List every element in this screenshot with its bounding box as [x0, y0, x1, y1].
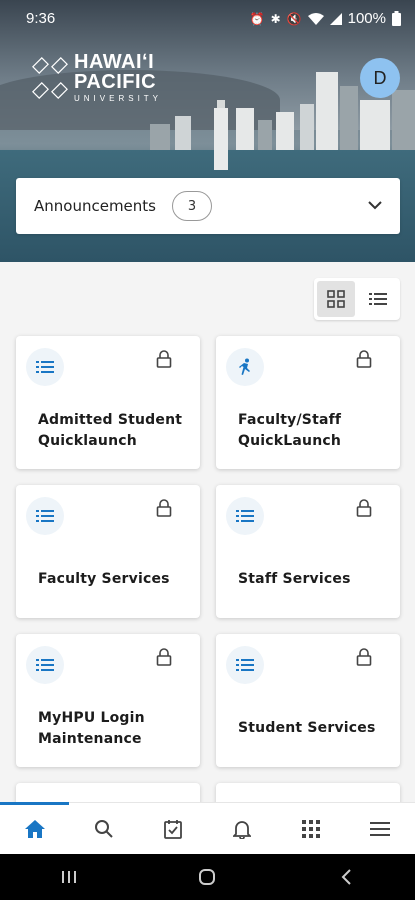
list-icon	[36, 659, 54, 671]
nav-home[interactable]	[0, 802, 70, 854]
card-label: Staff Services	[238, 571, 351, 587]
card-label: Quicklaunch	[38, 433, 137, 449]
apps-grid-icon	[302, 819, 321, 838]
card-label: Admitted Student	[38, 412, 183, 428]
logo-mark-icon	[32, 54, 68, 102]
lock-icon	[156, 350, 172, 368]
announcements-count: 3	[172, 191, 212, 221]
card-icon-circle	[226, 348, 264, 386]
recents-button[interactable]	[0, 854, 138, 900]
grid-icon	[327, 290, 345, 308]
nav-tasks[interactable]	[138, 803, 207, 854]
lock-icon	[356, 499, 372, 517]
battery-icon	[392, 11, 401, 26]
grid-view-button[interactable]	[317, 281, 355, 317]
bottom-nav	[0, 802, 415, 854]
search-icon	[94, 819, 113, 838]
card-student-services[interactable]: Student Services	[216, 634, 400, 767]
logo-text-3: UNIVERSITY	[74, 94, 163, 103]
card-staff-services[interactable]: Staff Services	[216, 485, 400, 618]
lock-icon	[156, 499, 172, 517]
avatar[interactable]: D	[360, 58, 400, 98]
list-icon	[369, 293, 387, 305]
recents-icon	[62, 871, 77, 883]
chevron-down-icon	[368, 201, 382, 210]
list-icon	[236, 510, 254, 522]
bluetooth-icon: ✱	[270, 11, 281, 26]
hamburger-menu-icon	[370, 821, 391, 836]
card-admitted-student-quicklaunch[interactable]: Admitted Student Quicklaunch	[16, 336, 200, 469]
hpu-logo: HAWAIʻI PACIFIC UNIVERSITY	[32, 52, 162, 103]
list-icon	[36, 361, 54, 373]
card-label: Faculty/Staff	[238, 412, 342, 428]
battery-level: 100%	[347, 10, 386, 27]
home-circle-icon	[199, 869, 216, 885]
status-bar: 9:36 ⏰ ✱ 🔇 100%	[0, 0, 415, 36]
back-button[interactable]	[277, 854, 415, 900]
announcements-bar[interactable]: Announcements 3	[16, 178, 400, 234]
alarm-icon: ⏰	[249, 11, 265, 26]
card-label: Faculty Services	[38, 571, 170, 587]
nav-notifications[interactable]	[208, 803, 277, 854]
card-label: MyHPU Login	[38, 710, 145, 726]
lock-icon	[156, 648, 172, 666]
wifi-icon	[307, 12, 324, 25]
view-toggle	[314, 278, 400, 320]
signal-icon	[329, 12, 342, 25]
list-icon	[36, 510, 54, 522]
card-icon-circle	[26, 646, 64, 684]
announcements-label: Announcements	[34, 197, 156, 215]
list-view-button[interactable]	[359, 281, 397, 317]
lock-icon	[356, 350, 372, 368]
calendar-check-icon	[164, 819, 182, 839]
nav-menu[interactable]	[346, 803, 415, 854]
home-icon	[24, 819, 45, 838]
logo-text-2: PACIFIC	[74, 71, 157, 93]
nav-search[interactable]	[69, 803, 138, 854]
card-myhpu-login-maintenance[interactable]: MyHPU Login Maintenance	[16, 634, 200, 767]
mute-icon: 🔇	[286, 11, 302, 26]
system-nav-bar	[0, 854, 415, 900]
card-icon-circle	[226, 497, 264, 535]
lock-icon	[356, 648, 372, 666]
card-label: Maintenance	[38, 731, 142, 747]
logo-text-1: HAWAIʻI	[74, 51, 155, 73]
home-system-button[interactable]	[138, 854, 276, 900]
nav-apps[interactable]	[277, 803, 346, 854]
runner-icon	[239, 358, 250, 375]
avatar-initial: D	[373, 67, 387, 88]
status-time: 9:36	[26, 10, 56, 27]
back-arrow-icon	[341, 869, 351, 885]
card-label: Student Services	[238, 720, 376, 736]
card-icon-circle	[226, 646, 264, 684]
card-faculty-staff-quicklaunch[interactable]: Faculty/Staff QuickLaunch	[216, 336, 400, 469]
list-icon	[236, 659, 254, 671]
card-label: QuickLaunch	[238, 433, 342, 449]
card-icon-circle	[26, 348, 64, 386]
bell-icon	[233, 820, 252, 839]
card-icon-circle	[26, 497, 64, 535]
card-faculty-services[interactable]: Faculty Services	[16, 485, 200, 618]
